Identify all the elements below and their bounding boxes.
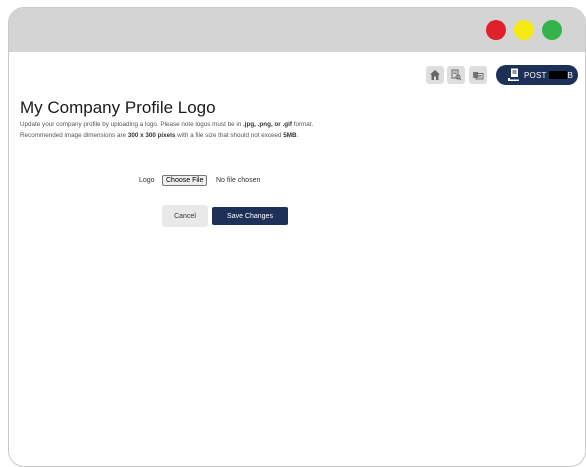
choose-file-button[interactable]: Choose File	[162, 175, 208, 186]
max-file-size: 5MB	[283, 131, 297, 139]
document-search-button[interactable]	[447, 66, 465, 84]
folders-icon	[473, 72, 484, 80]
recommended-dimensions: 300 x 300 pixels	[127, 131, 176, 139]
close-window-button[interactable]	[486, 20, 506, 40]
description-text: .	[296, 131, 299, 139]
post-document-icon	[507, 68, 521, 82]
save-changes-button[interactable]: Save Changes	[212, 207, 288, 225]
description-text: Recommended image dimensions are	[20, 131, 128, 139]
minimize-window-button[interactable]	[514, 20, 534, 40]
document-search-icon	[451, 69, 462, 81]
home-icon	[430, 70, 440, 80]
page-title: My Company Profile Logo	[20, 98, 216, 117]
maximize-window-button[interactable]	[542, 20, 562, 40]
description-text: with a file size that should not exceed	[175, 131, 284, 139]
app-window: POST B My Company Profile Logo Update yo…	[8, 7, 586, 467]
toolbar: POST B	[9, 65, 585, 86]
redacted-block	[548, 71, 567, 79]
post-button-label: POST	[524, 70, 547, 80]
allowed-formats: .jpg, .png, or .gif	[242, 121, 292, 128]
post-button-label-tail: B	[567, 70, 573, 80]
file-status-text: No file chosen	[216, 177, 261, 184]
logo-label: Logo	[139, 177, 155, 184]
description-text: Update your company profile by uploading…	[20, 121, 243, 128]
description-text: format.	[291, 121, 314, 128]
description-line-1: Update your company profile by uploading…	[20, 120, 420, 131]
cancel-button[interactable]: Cancel	[162, 205, 208, 227]
description-line-2: Recommended image dimensions are 300 x 3…	[20, 131, 420, 142]
home-button[interactable]	[426, 66, 444, 84]
page-description: Update your company profile by uploading…	[20, 120, 420, 141]
post-button[interactable]: POST B	[496, 65, 578, 85]
folders-button[interactable]	[469, 66, 487, 84]
title-bar	[9, 8, 585, 52]
logo-upload-row: Logo Choose File No file chosen	[9, 174, 585, 188]
